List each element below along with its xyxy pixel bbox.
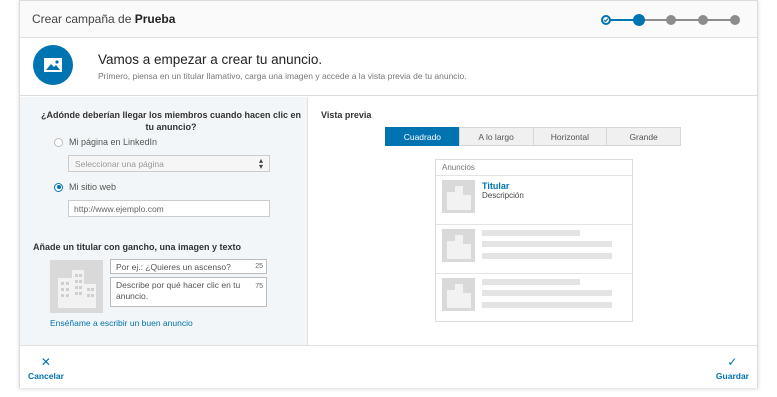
step-progress (601, 14, 741, 26)
campaign-name: Prueba (134, 12, 176, 26)
ad-form-panel: ¿Adónde deberían llegar los miembros cua… (20, 97, 308, 345)
description-placeholder: Describe por qué hacer clic en tu anunci… (116, 280, 241, 301)
step-4-dot (698, 15, 708, 25)
ads-card-header: Anuncios (436, 160, 632, 176)
title-prefix: Crear campaña de (32, 12, 132, 26)
page-select[interactable]: Seleccionar una página ▴ ▾ (68, 155, 270, 172)
modal-header: Crear campaña de Prueba (20, 1, 757, 38)
tab-a-lo-largo[interactable]: A lo largo (458, 127, 534, 146)
ad-preview-item: Titular Descripción (436, 176, 632, 225)
save-label: Guardar (715, 371, 749, 381)
page-title: Crear campaña de Prueba (32, 12, 175, 26)
building-placeholder-icon (442, 229, 475, 262)
tab-cuadrado[interactable]: Cuadrado (385, 127, 460, 146)
placeholder-line (482, 253, 612, 259)
ad-description: Descripción (482, 191, 524, 200)
placeholder-line (482, 290, 612, 296)
headline-input[interactable]: Por ej.: ¿Quieres un ascenso? 25 (110, 259, 267, 274)
website-option-label: Mi sitio web (69, 182, 117, 192)
intro-subtext: Primero, piensa en un titular llamativo,… (98, 71, 467, 81)
step-1-dot (601, 15, 611, 25)
step-line-rest (639, 19, 738, 21)
tab-horizontal[interactable]: Horizontal (532, 127, 608, 146)
building-placeholder-icon (442, 278, 475, 311)
cancel-label: Cancelar (28, 371, 64, 381)
destination-question: ¿Adónde deberían llegar los miembros cua… (40, 110, 302, 132)
placeholder-line (482, 302, 612, 308)
headline-char-count: 25 (255, 263, 263, 270)
option-linkedin-page[interactable]: Mi página en LinkedIn (54, 137, 157, 147)
campaign-modal: Crear campaña de Prueba Vamos a empezar … (19, 0, 758, 388)
website-url-input[interactable]: http://www.ejemplo.com (68, 200, 270, 217)
cancel-button[interactable]: ✕ Cancelar (28, 356, 64, 381)
headline-placeholder: Por ej.: ¿Quieres un ascenso? (116, 262, 231, 272)
building-placeholder-icon (58, 270, 96, 308)
step-3-dot (666, 15, 676, 25)
image-icon (33, 45, 73, 85)
linkedin-radio[interactable] (54, 137, 63, 147)
step-2-dot (633, 14, 645, 26)
ad-placeholder-item (436, 274, 632, 323)
option-website[interactable]: Mi sitio web (54, 182, 116, 192)
preview-title: Vista previa (321, 110, 372, 120)
ad-placeholder-item (436, 225, 632, 274)
website-radio[interactable] (54, 182, 63, 192)
step-5-dot (730, 15, 740, 25)
placeholder-line (482, 241, 612, 247)
creative-section-title: Añade un titular con gancho, una imagen … (33, 242, 242, 252)
ad-preview-card: Anuncios Titular Descripción (435, 159, 633, 322)
description-textarea[interactable]: Describe por qué hacer clic en tu anunci… (110, 277, 267, 307)
tab-grande[interactable]: Grande (606, 127, 681, 146)
intro-heading: Vamos a empezar a crear tu anuncio. (98, 52, 323, 67)
building-placeholder-icon (442, 180, 475, 213)
modal-footer: ✕ Cancelar ✓ Guardar (20, 345, 757, 388)
check-icon (603, 18, 609, 23)
page-select-placeholder: Seleccionar una página (75, 159, 164, 169)
save-button[interactable]: ✓ Guardar (716, 356, 749, 381)
intro-banner: Vamos a empezar a crear tu anuncio. Prim… (20, 38, 757, 96)
linkedin-option-label: Mi página en LinkedIn (69, 137, 158, 147)
ad-title: Titular (482, 181, 510, 191)
teach-link[interactable]: Enséñame a escribir un buen anuncio (50, 318, 193, 328)
preview-panel: Vista previa Cuadrado A lo largo Horizon… (309, 97, 758, 345)
preview-format-tabs: Cuadrado A lo largo Horizontal Grande (385, 127, 681, 146)
placeholder-line (482, 279, 580, 285)
close-icon: ✕ (40, 355, 51, 369)
ad-image-upload[interactable] (50, 260, 103, 313)
description-char-count: 75 (255, 283, 263, 290)
placeholder-line (482, 230, 580, 236)
select-arrows-icon: ▴ ▾ (258, 156, 263, 171)
check-icon: ✓ (727, 355, 738, 369)
